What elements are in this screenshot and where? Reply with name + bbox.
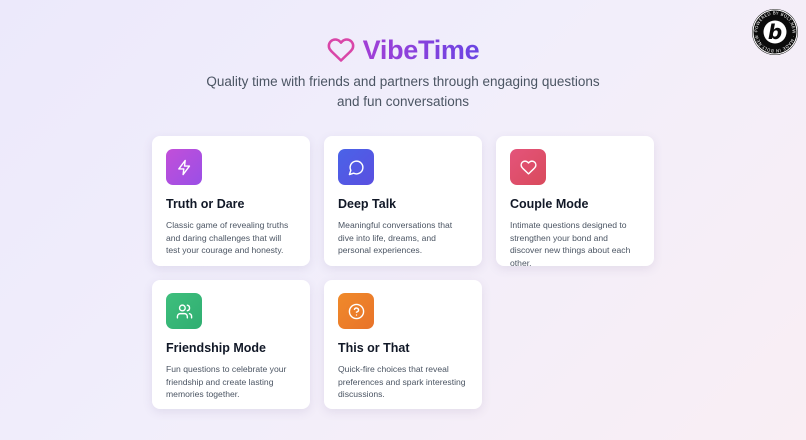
bolt-badge[interactable]: POWERED BY BOLT.NEW · MADE IN BOLT.NEW ·… [752,9,798,55]
card-truth-or-dare[interactable]: Truth or Dare Classic game of revealing … [152,136,310,266]
card-title: This or That [338,341,410,355]
bolt-logo-icon: POWERED BY BOLT.NEW · MADE IN BOLT.NEW ·… [752,9,798,55]
card-icon-box [166,293,202,329]
card-description: Fun questions to celebrate your friendsh… [166,364,287,400]
question-circle-icon [348,303,364,319]
card-title: Truth or Dare [166,197,245,211]
app-subtitle: Quality time with friends and partners t… [206,74,600,109]
card-icon-box [510,149,546,185]
card-description: Quick-fire choices that reveal preferenc… [338,364,466,400]
card-icon-box [338,149,374,185]
card-this-or-that[interactable]: This or That Quick-fire choices that rev… [324,280,482,409]
card-deep-talk[interactable]: Deep Talk Meaningful conversations that … [324,136,482,266]
card-friendship-mode[interactable]: Friendship Mode Fun questions to celebra… [152,280,310,409]
app-header: VibeTime [0,34,806,66]
card-icon-box [338,293,374,329]
card-description: Meaningful conversations that dive into … [338,220,453,256]
svg-text:b: b [768,20,782,44]
card-title: Deep Talk [338,197,397,211]
lightning-icon [177,159,190,175]
card-couple-mode[interactable]: Couple Mode Intimate questions designed … [496,136,654,268]
app-title: VibeTime [362,35,480,65]
chat-bubble-icon [348,159,364,175]
card-title: Friendship Mode [166,341,266,355]
card-title: Couple Mode [510,197,589,211]
heart-icon [519,159,537,175]
card-description: Intimate questions designed to strengthe… [510,220,631,268]
card-icon-box [166,149,202,185]
users-icon [176,303,192,319]
card-description: Classic game of revealing truths and dar… [166,220,289,256]
heart-logo-icon [327,38,355,62]
